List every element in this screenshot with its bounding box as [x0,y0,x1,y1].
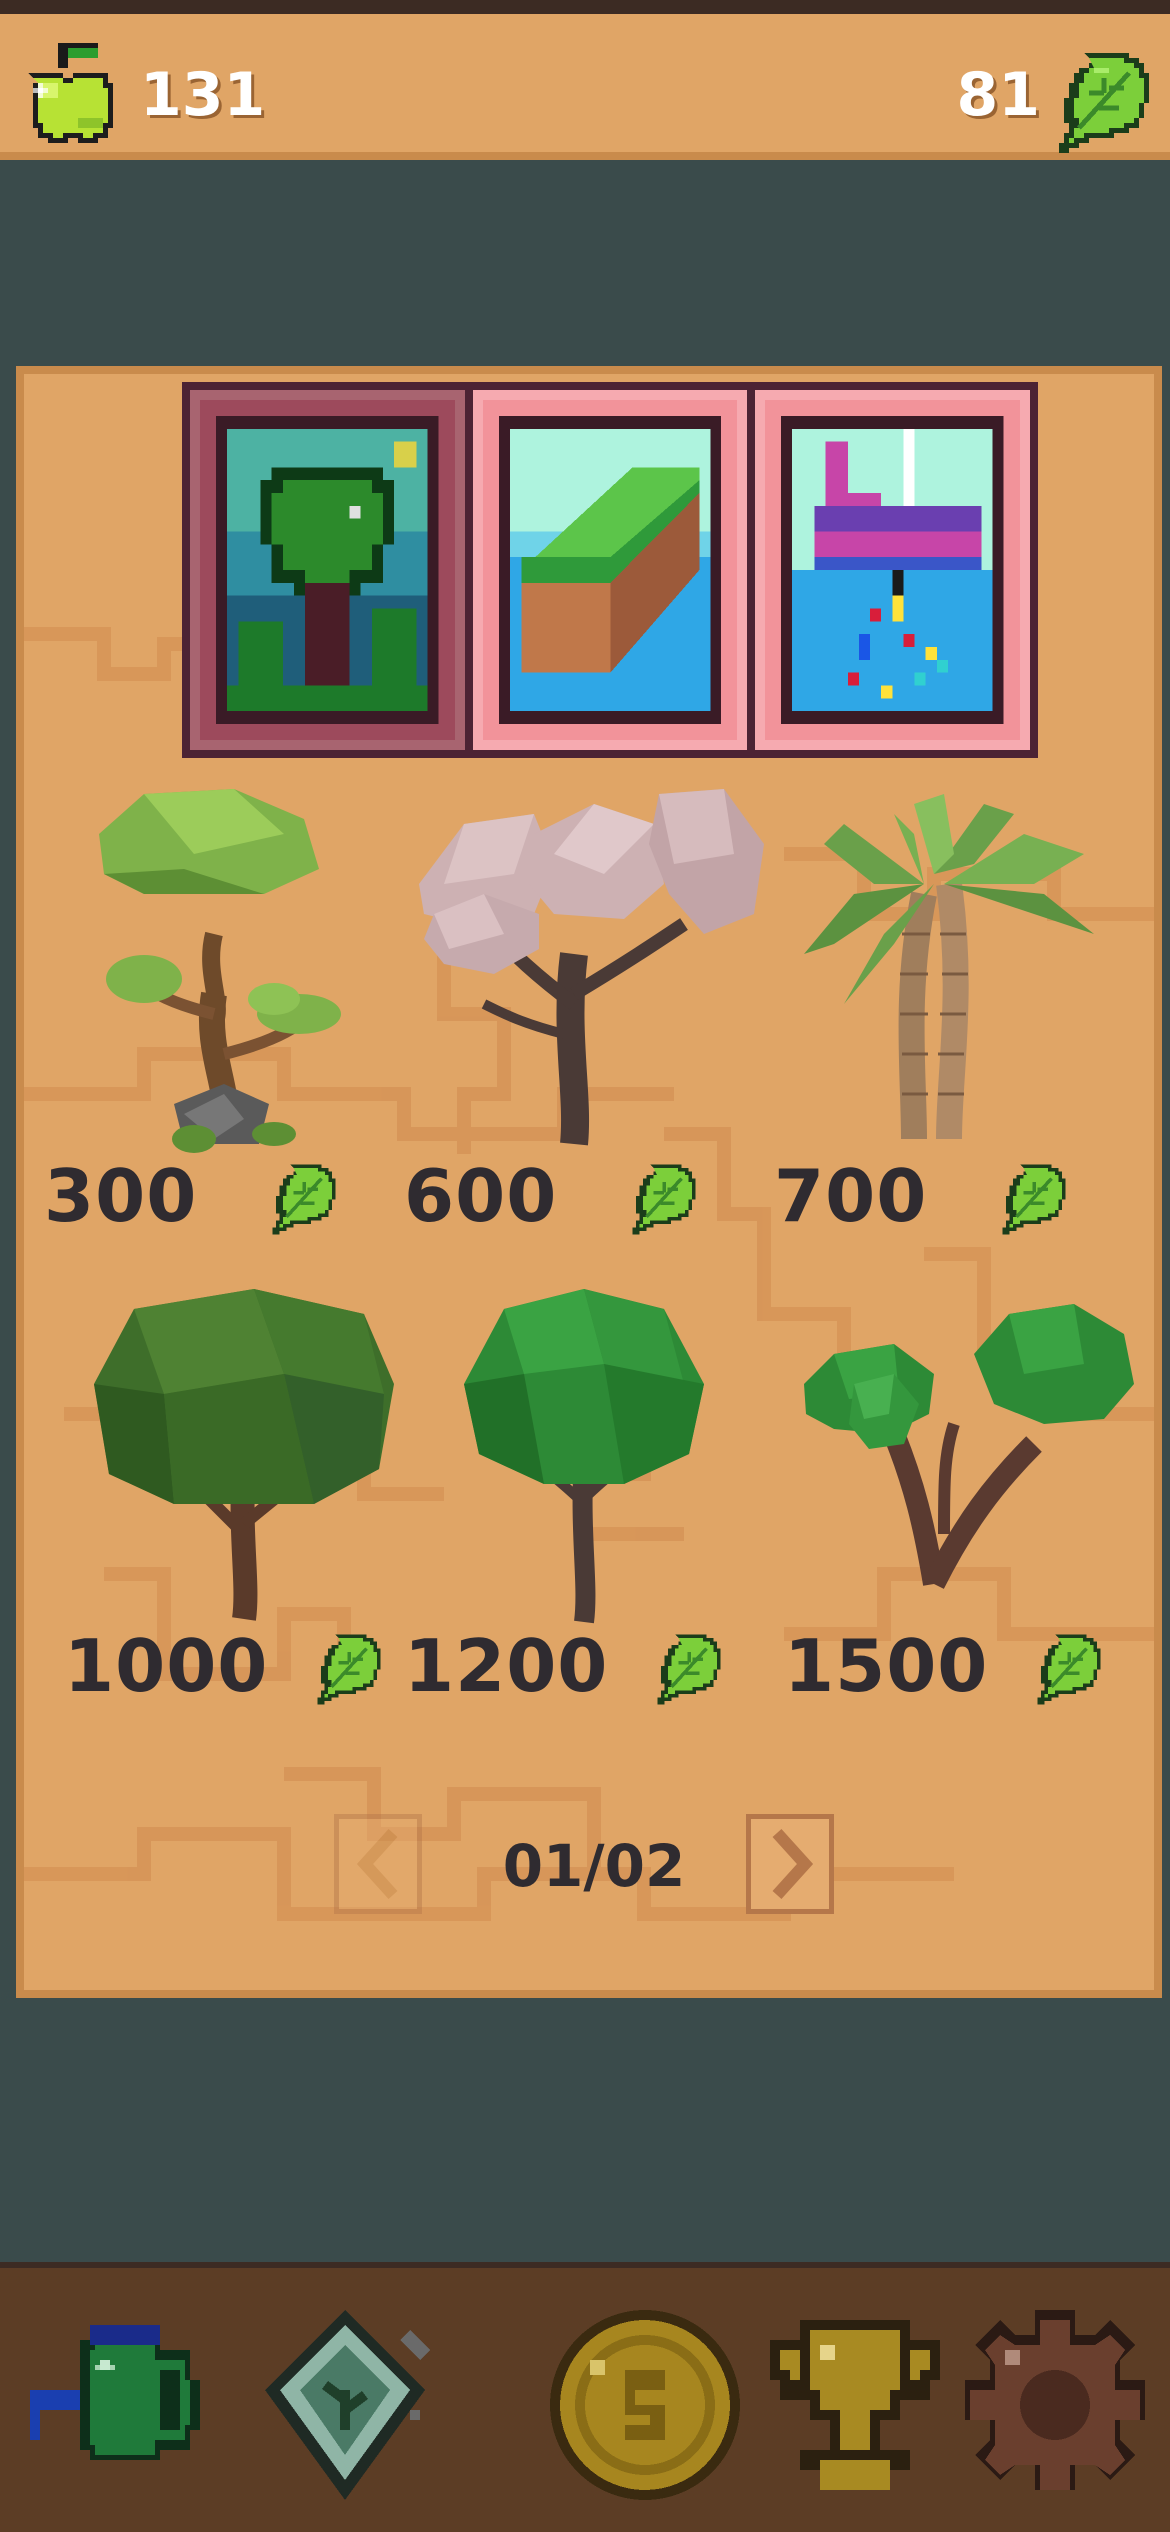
tab-trees[interactable] [190,390,465,750]
tree-category-icon [216,416,439,724]
leaf-icon [632,1164,696,1235]
chevron-left-icon [356,1828,398,1900]
palm-tree-icon [804,794,1094,1140]
shop-item-tree-4[interactable]: 1000 [64,1284,424,1708]
price-tag: 1500 [784,1624,1144,1708]
price-tag: 1200 [404,1624,764,1708]
category-tabs [182,382,1038,758]
price-tag: 300 [44,1154,404,1238]
shop-item-tree-5[interactable]: 1200 [404,1284,764,1708]
tab-decorations[interactable] [755,390,1031,750]
trophy-icon[interactable] [750,2290,960,2520]
shop-item-tree-2[interactable]: 600 [404,774,764,1238]
apple-count: 131 [140,60,266,130]
round-tree-icon [464,1289,704,1624]
shop-item-tree-1[interactable]: 300 [44,774,404,1238]
wide-oak-tree-icon [94,1289,394,1621]
price-value: 700 [774,1154,928,1238]
pink-blossom-tree-icon [419,789,764,1146]
price-value: 1200 [404,1624,609,1708]
price-tag: 1000 [64,1624,424,1708]
currency-bar: 131 81 [0,0,1170,160]
twin-branch-tree-icon [804,1304,1134,1589]
seed-packet-icon[interactable] [240,2290,450,2520]
price-value: 1500 [784,1624,989,1708]
leaf-count: 81 [956,60,1041,130]
price-tag: 700 [774,1154,1134,1238]
terrain-category-icon [498,416,722,724]
bonsai-tree-icon [99,789,341,1153]
price-value: 300 [44,1154,198,1238]
tab-terrain[interactable] [472,390,748,750]
shop-panel: 300 600 700 1000 1200 1500 01/02 [16,366,1162,1998]
coin-icon[interactable] [540,2290,750,2520]
gear-icon[interactable] [950,2290,1160,2520]
leaf-icon [1002,1164,1066,1235]
apple-icon [28,43,113,143]
shop-item-tree-3[interactable]: 700 [774,774,1134,1238]
previous-page-button[interactable] [334,1814,422,1914]
pagination: 01/02 [24,1814,1154,1924]
bottom-toolbar [0,2262,1170,2532]
price-value: 1000 [64,1624,269,1708]
next-page-button[interactable] [746,1814,834,1914]
page-indicator: 01/02 [502,1832,686,1900]
shop-item-tree-6[interactable]: 1500 [784,1284,1144,1708]
price-value: 600 [404,1154,558,1238]
leaf-icon [1059,53,1149,153]
chevron-right-icon [772,1828,814,1900]
leaf-icon [317,1634,381,1705]
leaf-icon [272,1164,336,1235]
watering-can-icon[interactable] [20,2290,230,2520]
leaf-icon [1037,1634,1101,1705]
price-tag: 600 [404,1154,764,1238]
leaf-icon [657,1634,721,1705]
decoration-category-icon [781,416,1005,724]
